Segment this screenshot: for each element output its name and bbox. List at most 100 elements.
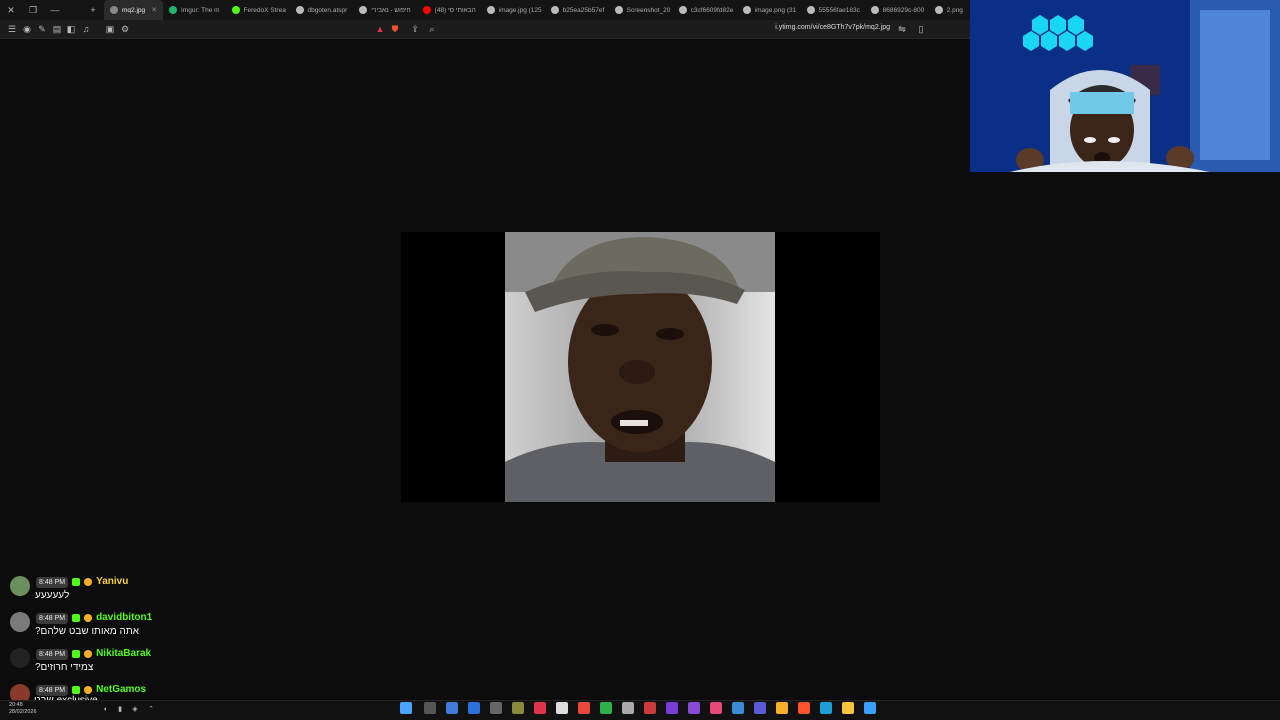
screenshot-icon[interactable]: ▣	[104, 23, 116, 35]
browser-tab[interactable]: FeredoX Strea	[226, 0, 290, 20]
app-icon[interactable]	[688, 702, 700, 714]
chat-message-header: 8:48 PM Yanivu	[36, 576, 128, 588]
avatar[interactable]	[10, 648, 30, 668]
zoom-icon[interactable]: ⌕	[426, 23, 438, 35]
browser-tab[interactable]: b25ea25b57ef	[545, 0, 609, 20]
app-icon[interactable]	[578, 702, 590, 714]
kick-badge-icon	[72, 578, 81, 586]
avatar[interactable]	[10, 612, 30, 632]
tab-label: c3cf6609fd82e	[690, 6, 734, 14]
settings-icon[interactable]	[622, 702, 634, 714]
subscriber-badge-icon	[84, 686, 93, 694]
tab-label: FeredoX Strea	[243, 6, 286, 14]
app-icon[interactable]	[644, 702, 656, 714]
tab-favicon-icon	[806, 6, 815, 14]
tab-label: 55556fae183c	[818, 6, 860, 14]
browser-tab[interactable]: dbgoten.atspr	[290, 0, 354, 20]
share-icon[interactable]: ⇪	[409, 23, 421, 35]
tab-label: 2.png	[946, 6, 963, 14]
start-menu-icon[interactable]	[400, 702, 412, 714]
chat-username[interactable]: davidbiton1	[96, 612, 152, 624]
app-icon[interactable]	[754, 702, 766, 714]
chat-message-header: 8:48 PM NikitaBarak	[36, 648, 151, 660]
app-icon[interactable]	[468, 702, 480, 714]
tab-label: dbgoten.atspr	[307, 6, 348, 14]
browser-tab[interactable]: (48) הבאותי סי	[417, 0, 481, 20]
browser-tab[interactable]: mq2.jpg ✕	[104, 0, 163, 20]
app-icon[interactable]	[666, 702, 678, 714]
chat-text: אתה מאותו שבט שלהם?	[35, 626, 140, 637]
minimize-window-icon[interactable]: —	[44, 0, 66, 20]
music-app-icon[interactable]	[710, 702, 722, 714]
app-icon[interactable]	[600, 702, 612, 714]
edge-icon[interactable]	[820, 702, 832, 714]
battery-icon[interactable]: ▮	[115, 705, 125, 715]
chat-timestamp: 8:48 PM	[36, 648, 69, 660]
tab-close-icon[interactable]: ✕	[151, 6, 157, 14]
windows-icon[interactable]	[864, 702, 876, 714]
browser-tab[interactable]: Imgur: The m	[163, 0, 226, 20]
taskbar: 20:48 28/02/2026 ◖ ▮ ◈ ⌃	[0, 700, 1280, 720]
browser-tab[interactable]: חיפוש - נאבירי	[353, 0, 416, 20]
tab-favicon-icon	[169, 6, 177, 14]
mic-icon[interactable]: ◖	[100, 705, 110, 715]
translate-icon[interactable]: ⇋	[896, 23, 908, 35]
browser-tab-strip: ✕ ❐ — + mq2.jpg ✕ Imgur: The m FeredoX Stre…	[0, 0, 970, 20]
sidebar-icon[interactable]: ◧	[65, 23, 77, 35]
tab-label: mq2.jpg	[122, 6, 146, 14]
chat-text: צמידי חרוזים?	[35, 662, 94, 673]
brave-rewards-icon[interactable]: ▲	[374, 23, 386, 35]
settings-icon[interactable]: ⚙	[119, 23, 131, 35]
app-icon[interactable]	[732, 702, 744, 714]
browser-tab[interactable]: image.jpg (125	[481, 0, 545, 20]
browser-tab[interactable]: c3cf6609fd82e	[673, 0, 737, 20]
app-icon[interactable]	[534, 702, 546, 714]
tab-favicon-icon	[110, 6, 118, 14]
tab-label: חיפוש - נאבירי	[371, 6, 411, 14]
tab-favicon-icon	[295, 6, 304, 14]
tab-favicon-icon	[614, 6, 623, 14]
restore-window-icon[interactable]: ❐	[22, 0, 44, 20]
tab-label: image.png (31	[754, 6, 797, 14]
browser-tab[interactable]: 8686929c-800	[865, 0, 929, 20]
shield-icon[interactable]: ◉	[21, 23, 33, 35]
tab-favicon-icon	[678, 6, 687, 14]
reading-list-icon[interactable]: ▤	[51, 23, 63, 35]
tab-label: 8686929c-800	[882, 6, 925, 14]
address-bar[interactable]: i.ytimg.com/vi/ce8GTh7v7pk/mq2.jpg	[775, 24, 890, 31]
chat-username[interactable]: NikitaBarak	[96, 648, 151, 660]
chat-username[interactable]: Yanivu	[96, 576, 128, 588]
chat-text: לעעעעע	[35, 590, 70, 601]
tab-favicon-icon	[486, 6, 495, 14]
close-window-icon[interactable]: ✕	[0, 0, 22, 20]
pen-icon[interactable]: ✎	[36, 23, 48, 35]
bookmark-icon[interactable]: ▯	[915, 23, 927, 35]
folder-icon[interactable]	[842, 702, 854, 714]
network-icon[interactable]: ◈	[130, 705, 140, 715]
clock[interactable]: 20:48 28/02/2026	[9, 702, 37, 716]
menu-icon[interactable]: ☰	[6, 23, 18, 35]
app-icon[interactable]	[490, 702, 502, 714]
music-icon[interactable]: ♫	[80, 23, 92, 35]
browser-tab[interactable]: 55556fae183c	[801, 0, 865, 20]
app-icon[interactable]	[512, 702, 524, 714]
tab-favicon-icon	[550, 6, 559, 14]
chevron-up-icon[interactable]: ⌃	[146, 705, 156, 715]
subscriber-badge-icon	[84, 650, 93, 658]
app-icon[interactable]	[446, 702, 458, 714]
brave-shield-icon[interactable]: ⛊	[389, 23, 401, 35]
browser-tab[interactable]: 2.png	[929, 0, 969, 20]
kick-badge-icon	[72, 650, 81, 658]
new-tab-icon[interactable]: +	[82, 0, 104, 20]
clock-time: 20:48	[9, 702, 23, 708]
avatar[interactable]	[10, 576, 30, 596]
app-icon[interactable]	[556, 702, 568, 714]
screen: ✕ ❐ — + mq2.jpg ✕ Imgur: The m FeredoX Stre…	[0, 0, 1280, 720]
chat-username[interactable]: NetGamos	[96, 684, 146, 696]
browser-tab[interactable]: image.png (31	[737, 0, 801, 20]
browser-tab[interactable]: Screenshot_20	[609, 0, 673, 20]
brave-icon[interactable]	[798, 702, 810, 714]
chrome-icon[interactable]	[776, 702, 788, 714]
chat-message-header: 8:48 PM davidbiton1	[36, 612, 152, 624]
app-icon[interactable]	[424, 702, 436, 714]
